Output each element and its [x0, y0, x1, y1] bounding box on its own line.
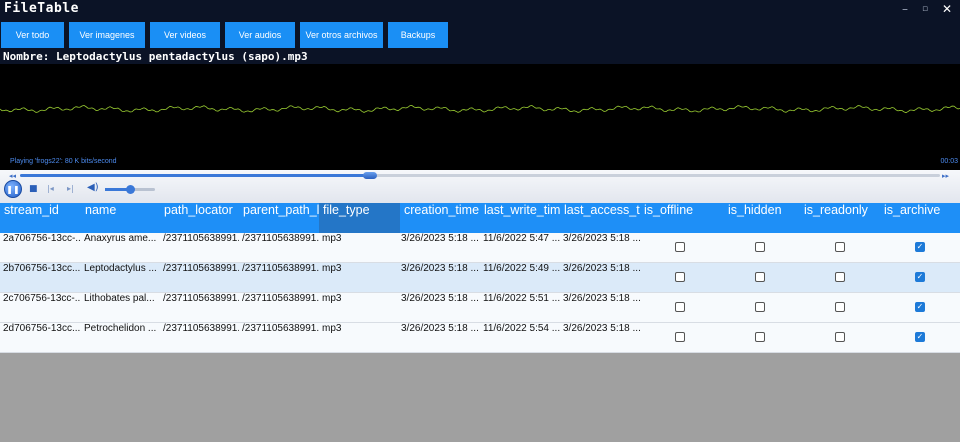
nav-bar: Ver todo Ver imagenes Ver videos Ver aud…	[0, 20, 960, 50]
cell-last-write-time[interactable]: 11/6/2022 5:47 ...	[480, 233, 560, 262]
checkbox-is-offline[interactable]	[675, 332, 685, 342]
restore-icon[interactable]: ▫	[922, 4, 928, 14]
cell-file-type[interactable]: mp3	[319, 293, 400, 322]
column-header-path-locator[interactable]: path_locator	[160, 203, 239, 233]
checkbox-is-hidden[interactable]	[755, 272, 765, 282]
cell-name[interactable]: Petrochelidon ...	[81, 323, 160, 352]
close-icon[interactable]: ✕	[942, 2, 952, 16]
checkbox-is-archive[interactable]: ✓	[915, 272, 925, 282]
table-row[interactable]: 2a706756-13cc-... Anaxyrus ame... /23711…	[0, 233, 960, 263]
checkbox-is-readonly[interactable]	[835, 332, 845, 342]
checkbox-is-readonly[interactable]	[835, 242, 845, 252]
cell-last-write-time[interactable]: 11/6/2022 5:51 ...	[480, 293, 560, 322]
cell-last-access-time[interactable]: 3/26/2023 5:18 ...	[560, 293, 640, 322]
table-row[interactable]: 2c706756-13cc-... Lithobates pal... /237…	[0, 293, 960, 323]
cell-file-type[interactable]: mp3	[319, 323, 400, 352]
cell-stream-id[interactable]: 2a706756-13cc-...	[0, 233, 81, 262]
cell-path-locator[interactable]: /2371105638991...	[160, 233, 239, 262]
playback-time: 00:03	[940, 158, 958, 165]
cell-last-access-time[interactable]: 3/26/2023 5:18 ...	[560, 323, 640, 352]
cell-creation-time[interactable]: 3/26/2023 5:18 ...	[398, 323, 480, 352]
cell-creation-time[interactable]: 3/26/2023 5:18 ...	[398, 293, 480, 322]
column-header-is-archive[interactable]: is_archive	[880, 203, 960, 233]
seek-forward-icon[interactable]: ▸▸	[942, 171, 949, 181]
column-header-is-readonly[interactable]: is_readonly	[800, 203, 880, 233]
seek-bar[interactable]	[20, 172, 940, 179]
cell-file-type[interactable]: mp3	[319, 233, 400, 262]
table-row[interactable]: 2b706756-13cc... Leptodactylus ... /2371…	[0, 263, 960, 293]
app-title: FileTable	[4, 1, 79, 16]
checkbox-is-readonly[interactable]	[835, 302, 845, 312]
cell-name[interactable]: Lithobates pal...	[81, 293, 160, 322]
checkbox-is-archive[interactable]: ✓	[915, 332, 925, 342]
cell-stream-id[interactable]: 2b706756-13cc...	[0, 263, 81, 292]
stop-icon[interactable]: ■	[29, 184, 38, 194]
cell-path-locator[interactable]: /2371105638991...	[160, 323, 239, 352]
volume-slider[interactable]	[105, 185, 155, 194]
nav-button-ver-audios[interactable]: Ver audios	[225, 22, 295, 48]
cell-parent-path[interactable]: /2371105638991...	[239, 323, 319, 352]
cell-name[interactable]: Leptodactylus ...	[81, 263, 160, 292]
checkbox-is-readonly[interactable]	[835, 272, 845, 282]
nav-button-backups[interactable]: Backups	[388, 22, 448, 48]
cell-name[interactable]: Anaxyrus ame...	[81, 233, 160, 262]
cell-last-write-time[interactable]: 11/6/2022 5:49 ...	[480, 263, 560, 292]
volume-thumb[interactable]	[126, 185, 135, 194]
player-controls: ◂◂ ▸▸ ■ |◂ ▸| ◀)	[0, 170, 960, 203]
cell-last-access-time[interactable]: 3/26/2023 5:18 ...	[560, 263, 640, 292]
checkbox-is-offline[interactable]	[675, 242, 685, 252]
checkbox-is-hidden[interactable]	[755, 332, 765, 342]
column-header-last-write-time[interactable]: last_write_tim	[480, 203, 560, 233]
pause-icon: ❚❚	[6, 184, 20, 194]
minimize-icon[interactable]: –	[902, 2, 908, 16]
pause-button[interactable]: ❚❚	[4, 180, 22, 198]
checkbox-is-hidden[interactable]	[755, 242, 765, 252]
column-header-is-offline[interactable]: is_offline	[640, 203, 720, 233]
nav-button-ver-otros-archivos[interactable]: Ver otros archivos	[300, 22, 383, 48]
cell-last-write-time[interactable]: 11/6/2022 5:54 ...	[480, 323, 560, 352]
cell-stream-id[interactable]: 2d706756-13cc...	[0, 323, 81, 352]
cell-path-locator[interactable]: /2371105638991...	[160, 293, 239, 322]
seek-thumb[interactable]	[362, 172, 377, 179]
file-name-label: Nombre: Leptodactylus pentadactylus (sap…	[0, 50, 960, 64]
checkbox-is-hidden[interactable]	[755, 302, 765, 312]
nav-button-ver-videos[interactable]: Ver videos	[150, 22, 220, 48]
media-player: Playing 'frogs22': 80 K bits/second 00:0…	[0, 64, 960, 170]
checkbox-is-offline[interactable]	[675, 302, 685, 312]
title-bar: FileTable – ▫ ✕	[0, 0, 960, 20]
column-header-creation-time[interactable]: creation_time	[400, 203, 480, 233]
column-header-name[interactable]: name	[81, 203, 160, 233]
cell-last-access-time[interactable]: 3/26/2023 5:18 ...	[560, 233, 640, 262]
cell-parent-path[interactable]: /2371105638991...	[239, 233, 319, 262]
grid-header: stream_id name path_locator parent_path_…	[0, 203, 960, 233]
cell-creation-time[interactable]: 3/26/2023 5:18 ...	[398, 263, 480, 292]
cell-parent-path[interactable]: /2371105638991...	[239, 263, 319, 292]
nav-button-ver-imagenes[interactable]: Ver imagenes	[69, 22, 145, 48]
checkbox-is-archive[interactable]: ✓	[915, 242, 925, 252]
seek-progress	[20, 174, 370, 177]
nav-button-ver-todo[interactable]: Ver todo	[1, 22, 64, 48]
cell-path-locator[interactable]: /2371105638991...	[160, 263, 239, 292]
column-header-file-type[interactable]: file_type	[319, 203, 400, 233]
previous-icon[interactable]: |◂	[47, 184, 54, 194]
checkbox-is-archive[interactable]: ✓	[915, 302, 925, 312]
waveform-visualization	[0, 104, 960, 114]
column-header-stream-id[interactable]: stream_id	[0, 203, 81, 233]
volume-icon[interactable]: ◀)	[87, 183, 99, 193]
column-header-parent-path[interactable]: parent_path_l	[239, 203, 319, 233]
table-row[interactable]: 2d706756-13cc... Petrochelidon ... /2371…	[0, 323, 960, 353]
column-header-last-access-time[interactable]: last_access_ti	[560, 203, 640, 233]
checkbox-is-offline[interactable]	[675, 272, 685, 282]
cell-creation-time[interactable]: 3/26/2023 5:18 ...	[398, 233, 480, 262]
cell-parent-path[interactable]: /2371105638991...	[239, 293, 319, 322]
cell-file-type[interactable]: mp3	[319, 263, 400, 292]
next-icon[interactable]: ▸|	[67, 184, 74, 194]
column-header-is-hidden[interactable]: is_hidden	[720, 203, 800, 233]
playback-status: Playing 'frogs22': 80 K bits/second	[10, 158, 117, 165]
cell-stream-id[interactable]: 2c706756-13cc-...	[0, 293, 81, 322]
